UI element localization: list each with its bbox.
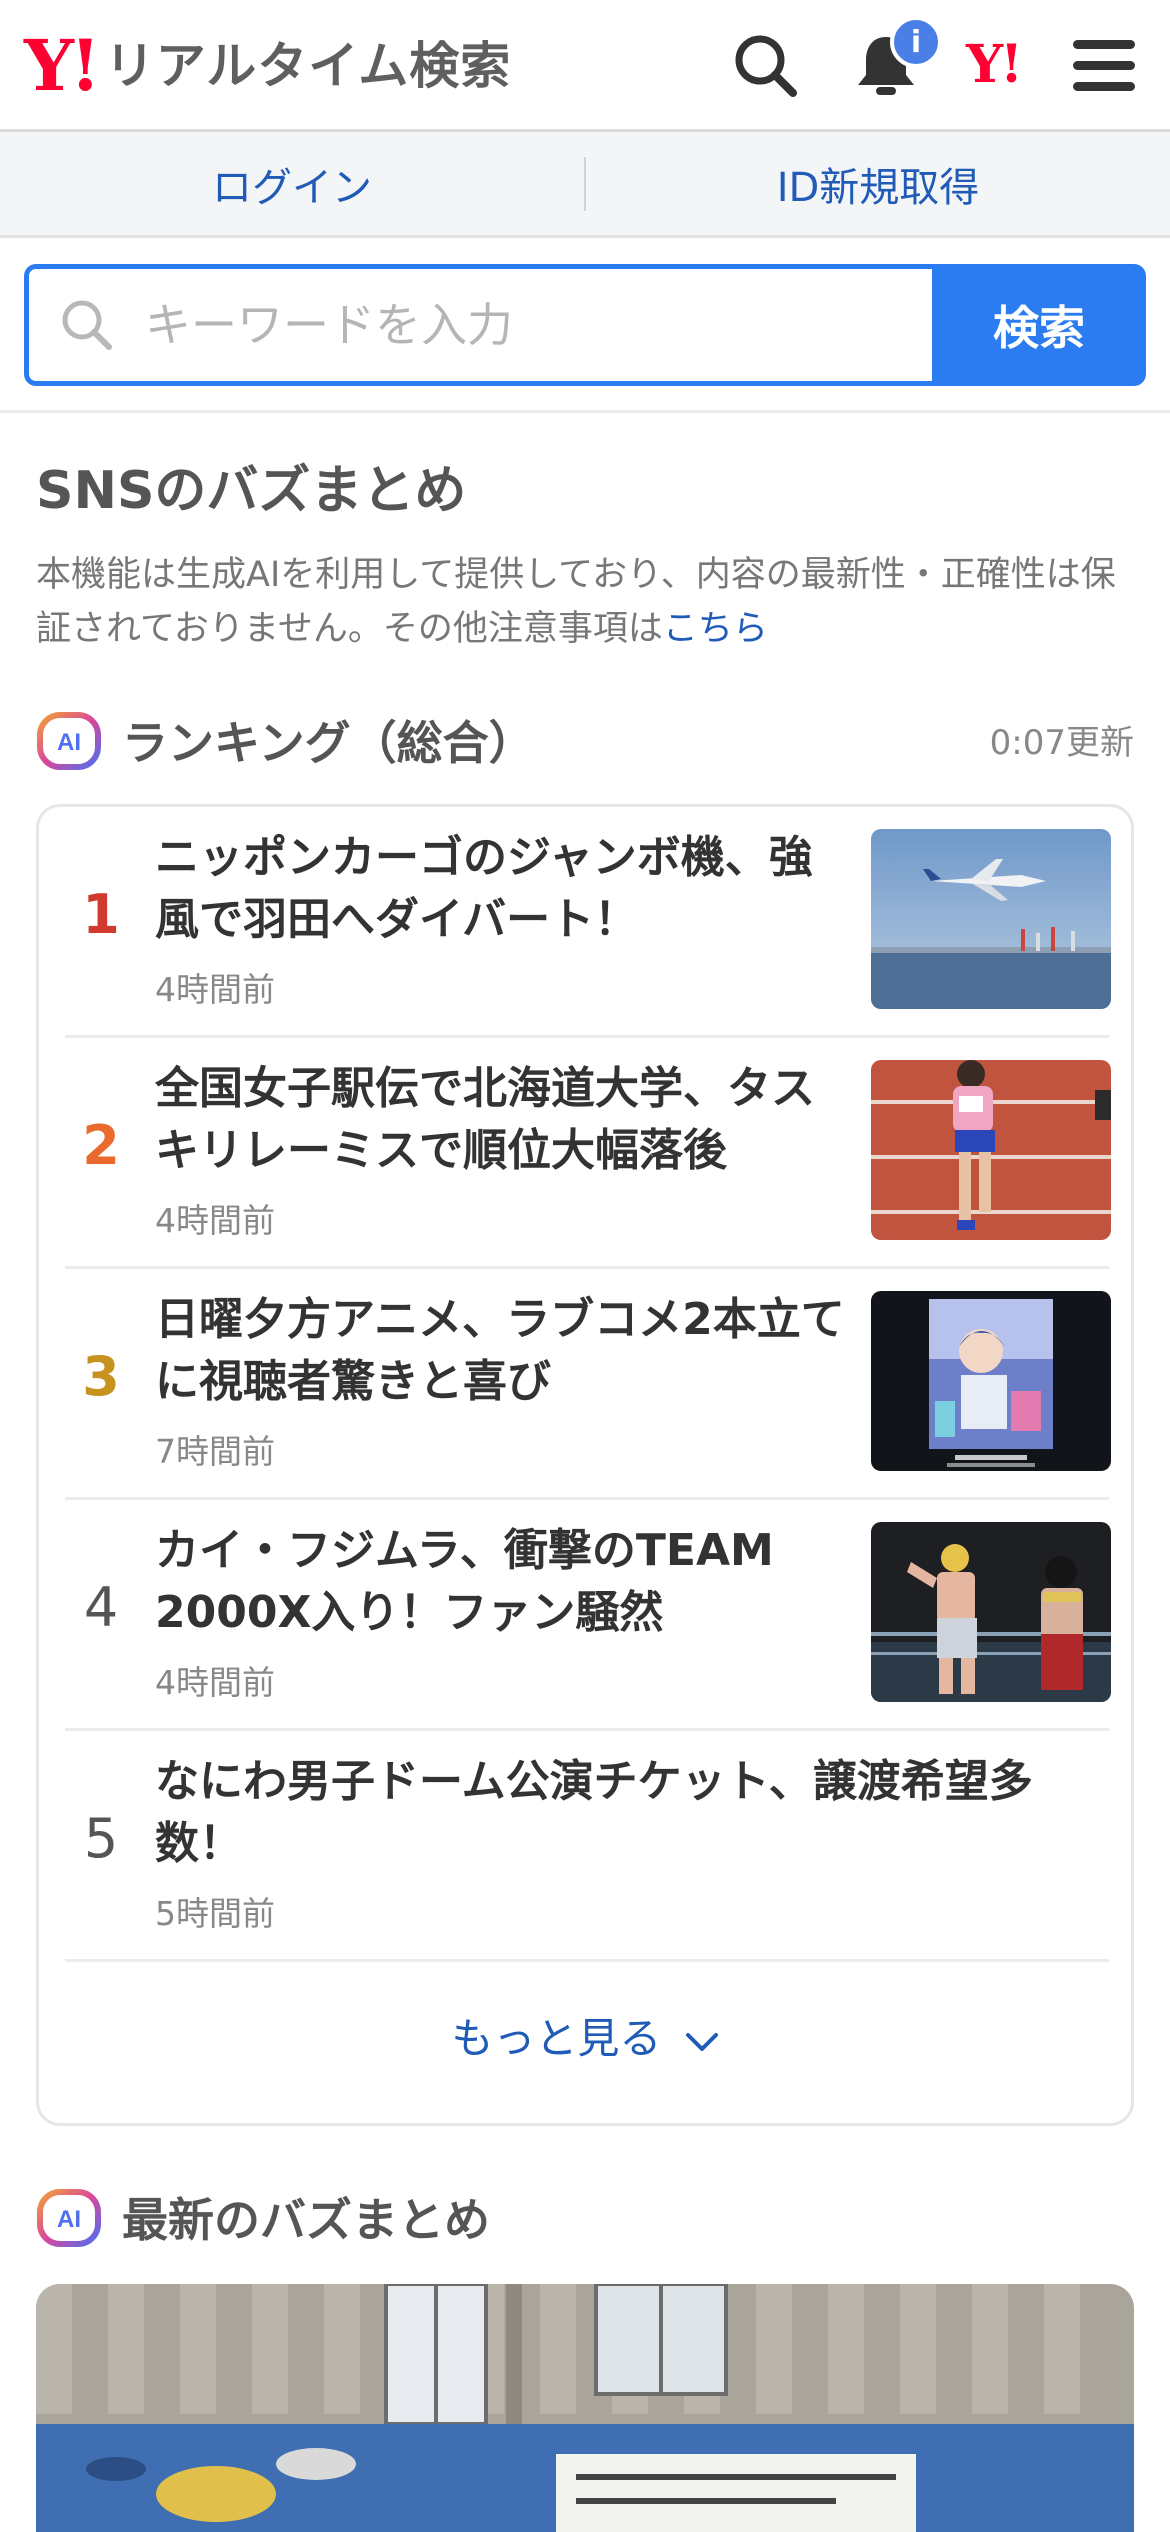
search-bar: 検索	[24, 264, 1146, 386]
ai-disclaimer: 本機能は生成AIを利用して提供しており、内容の最新性・正確性は保証されておりませ…	[36, 548, 1146, 656]
ranking-item[interactable]: 1 ニッポンカーゴのジャンボ機、強風で羽田へダイバート！ 4時間前	[65, 807, 1111, 1038]
rank-number: 3	[82, 1345, 120, 1408]
hamburger-menu-icon[interactable]	[1064, 26, 1144, 106]
yahoo-realtime-logo[interactable]: Y! リアルタイム検索	[24, 30, 511, 102]
latest-heading: AI 最新のバズまとめ	[36, 2182, 490, 2252]
ranking-item-time: 5時間前	[155, 1894, 275, 1933]
show-more-link[interactable]: もっと見る	[39, 2005, 1131, 2066]
ranking-item[interactable]: 5 なにわ男子ドーム公演チケット、譲渡希望多数！ 5時間前	[65, 1731, 1109, 1962]
runner-photo	[871, 1060, 1111, 1240]
ranking-updated-time: 0:07更新	[989, 723, 1134, 763]
section-title: SNSのバズまとめ	[36, 461, 467, 521]
ranking-item-time: 7時間前	[155, 1432, 275, 1471]
ranking-item-title: カイ・フジムラ、衝撃のTEAM 2000X入り！ファン騒然	[155, 1525, 774, 1638]
signup-link[interactable]: ID新規取得	[586, 155, 1170, 213]
ranking-item-title: 全国女子駅伝で北海道大学、タスキリレーミスで順位大幅落後	[155, 1063, 815, 1176]
ai-badge-text: AI	[57, 2206, 81, 2233]
ranking-item[interactable]: 2 全国女子駅伝で北海道大学、タスキリレーミスで順位大幅落後 4時間前	[65, 1038, 1111, 1269]
disclaimer-link[interactable]: こちら	[663, 609, 768, 649]
search-icon[interactable]	[726, 26, 806, 106]
anime-poster-photo	[871, 1291, 1111, 1471]
ranking-item-title: ニッポンカーゴのジャンボ機、強風で羽田へダイバート！	[155, 832, 813, 945]
rank-number: 4	[83, 1576, 119, 1639]
ai-icon: AI	[37, 2189, 101, 2247]
ranking-item-time: 4時間前	[155, 1201, 275, 1240]
yahoo-logo-mark: Y!	[24, 24, 101, 107]
rank-number: 1	[82, 883, 120, 946]
ranking-item-time: 4時間前	[155, 1663, 275, 1702]
rank-number: 5	[83, 1807, 119, 1870]
ranking-item-time: 4時間前	[155, 970, 275, 1009]
rank-number: 2	[82, 1114, 120, 1177]
ranking-item[interactable]: 3 日曜夕方アニメ、ラブコメ2本立てに視聴者驚きと喜び 7時間前	[65, 1269, 1111, 1500]
ranking-heading: AI ランキング（総合）	[36, 705, 535, 775]
search-input[interactable]	[145, 298, 905, 352]
notification-badge: i	[890, 16, 942, 68]
disclaimer-text: 本機能は生成AIを利用して提供しており、内容の最新性・正確性は保証されておりませ…	[36, 555, 1116, 649]
wrestling-photo	[871, 1522, 1111, 1702]
ranking-title: ランキング（総合）	[122, 716, 535, 770]
search-field-icon	[62, 300, 112, 350]
airplane-photo	[871, 829, 1111, 1009]
app-header: Y! リアルタイム検索 i Y!	[0, 0, 1170, 132]
auth-bar: ログイン ID新規取得	[0, 132, 1170, 238]
logo-service-name: リアルタイム検索	[104, 37, 512, 95]
search-field[interactable]	[24, 264, 932, 386]
login-link[interactable]: ログイン	[0, 155, 584, 213]
chevron-down-icon	[685, 2032, 718, 2051]
ranking-card: 1 ニッポンカーゴのジャンボ機、強風で羽田へダイバート！ 4時間前 2 全国女子…	[36, 804, 1134, 2126]
ranking-item-title: なにわ男子ドーム公演チケット、譲渡希望多数！	[155, 1756, 1033, 1869]
latest-buzz-photo[interactable]	[36, 2284, 1134, 2532]
ai-badge-text: AI	[57, 729, 81, 756]
latest-title: 最新のバズまとめ	[122, 2193, 490, 2247]
ranking-item-title: 日曜夕方アニメ、ラブコメ2本立てに視聴者驚きと喜び	[155, 1294, 845, 1407]
show-more-label: もっと見る	[451, 2014, 662, 2063]
search-button[interactable]: 検索	[932, 264, 1146, 386]
section-divider	[0, 410, 1170, 413]
yahoo-japan-icon[interactable]: Y!	[966, 34, 1023, 95]
ranking-item[interactable]: 4 カイ・フジムラ、衝撃のTEAM 2000X入り！ファン騒然 4時間前	[65, 1500, 1111, 1731]
ai-icon: AI	[37, 712, 101, 770]
